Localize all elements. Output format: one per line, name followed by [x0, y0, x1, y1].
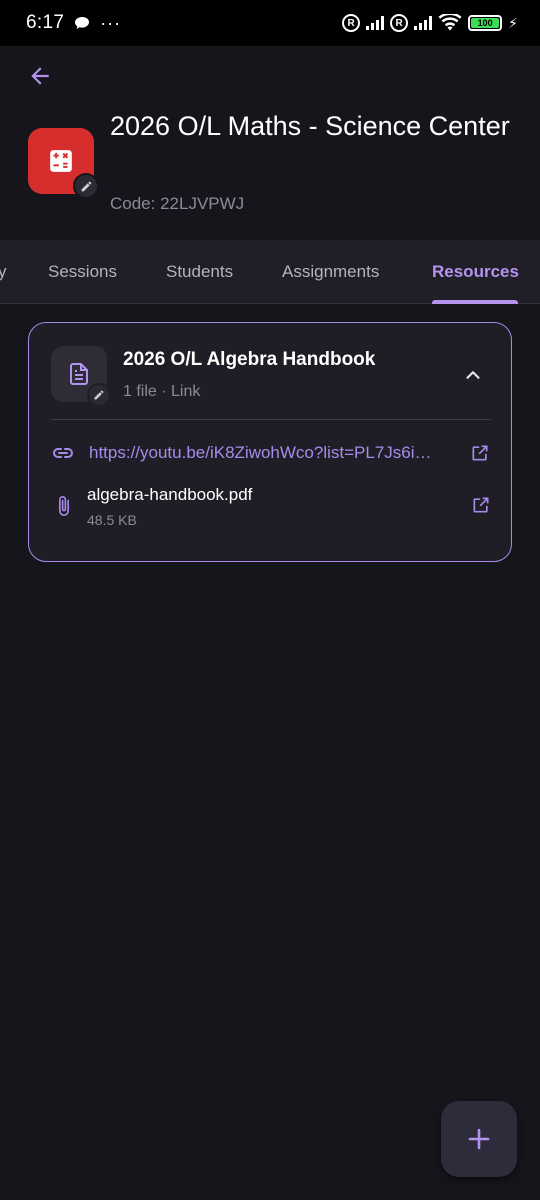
- link-icon: [53, 448, 73, 458]
- battery-level: 100: [471, 18, 500, 28]
- tab-overview[interactable]: y: [0, 240, 7, 304]
- signal-icon: [414, 16, 433, 30]
- plus-icon: [468, 1128, 490, 1150]
- registered-icon: R: [390, 14, 409, 32]
- status-time: 6:17: [26, 12, 65, 33]
- signal-icon: [366, 16, 385, 30]
- tab-bar: y Sessions Students Assignments Resource…: [0, 240, 540, 304]
- edit-avatar-button[interactable]: [73, 173, 99, 199]
- resource-file-row[interactable]: algebra-handbook.pdf 48.5 KB: [51, 483, 491, 533]
- open-link-button[interactable]: [469, 442, 491, 464]
- chat-bubble-icon: [75, 17, 90, 29]
- battery-icon: 100: [468, 15, 503, 31]
- document-icon: [70, 363, 88, 385]
- card-divider: [51, 419, 491, 420]
- more-notifications-icon: ···: [100, 13, 122, 33]
- resource-link-row[interactable]: https://youtu.be/iK8ZiwohWco?list=PL7Js6…: [51, 439, 491, 467]
- status-bar: 6:17 ··· R R 100 ⚡: [0, 0, 540, 46]
- tab-indicator: [432, 300, 518, 304]
- file-name: algebra-handbook.pdf: [87, 485, 253, 504]
- collapse-button[interactable]: [459, 361, 487, 389]
- open-external-icon: [472, 445, 488, 461]
- pencil-icon: [81, 181, 91, 191]
- add-resource-button[interactable]: [441, 1101, 517, 1177]
- calculator-icon: [50, 150, 72, 172]
- screen: 6:17 ··· R R 100 ⚡ 2026 O/L Maths - Scie…: [0, 0, 540, 1200]
- class-code: Code: 22LJVPWJ: [110, 194, 245, 213]
- arrow-left-icon: [31, 67, 49, 85]
- resource-card: 2026 O/L Algebra Handbook 1 file · Link …: [28, 322, 512, 562]
- open-file-button[interactable]: [471, 495, 493, 517]
- tab-assignments[interactable]: Assignments: [282, 240, 379, 304]
- resource-link[interactable]: https://youtu.be/iK8ZiwohWco?list=PL7Js6…: [89, 443, 465, 463]
- paperclip-icon: [59, 496, 69, 516]
- back-button[interactable]: [24, 60, 56, 92]
- page-title: 2026 O/L Maths - Science Center: [110, 111, 510, 141]
- resource-meta: 1 file · Link: [123, 383, 201, 400]
- chevron-up-icon: [466, 371, 480, 379]
- resource-title: 2026 O/L Algebra Handbook: [123, 349, 376, 370]
- wifi-icon: [438, 14, 462, 31]
- tab-sessions[interactable]: Sessions: [48, 240, 117, 304]
- file-size: 48.5 KB: [87, 512, 137, 528]
- tab-students[interactable]: Students: [166, 240, 233, 304]
- edit-resource-button[interactable]: [87, 383, 111, 407]
- pencil-icon: [94, 390, 104, 400]
- open-external-icon: [473, 497, 489, 513]
- registered-icon: R: [342, 14, 361, 32]
- tab-resources[interactable]: Resources: [432, 240, 519, 304]
- charging-icon: ⚡: [508, 14, 518, 31]
